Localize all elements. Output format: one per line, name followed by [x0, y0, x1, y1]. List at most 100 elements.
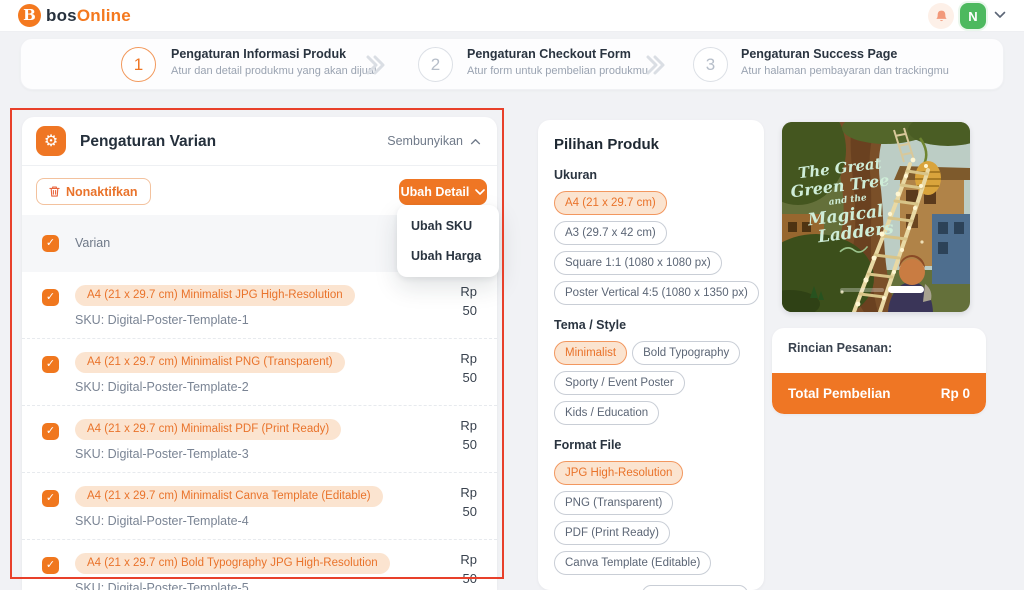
option-style-kids[interactable]: Kids / Education: [554, 401, 660, 425]
variant-panel-header: ⚙ Pengaturan Varian Sembunyikan: [22, 117, 497, 166]
option-style-minimalist[interactable]: Minimalist: [554, 341, 628, 365]
group-label-format-file: Format File: [554, 438, 622, 452]
variant-price: Rp 50: [460, 349, 477, 387]
logo-text-online: Online: [76, 5, 131, 25]
edit-detail-dropdown-menu: Ubah SKU Ubah Harga: [397, 205, 499, 277]
price-currency: Rp: [460, 418, 477, 433]
quantity-row: Jumlah: [554, 585, 748, 590]
step-3-subtitle: Atur halaman pembayaran dan trackingmu: [741, 65, 949, 77]
variant-rows: ✓ A4 (21 x 29.7 cm) Minimalist JPG High-…: [22, 272, 497, 590]
app-logo[interactable]: B bosOnline: [18, 4, 131, 27]
product-options-title: Pilihan Produk: [554, 136, 660, 153]
option-size-a4[interactable]: A4 (21 x 29.7 cm): [554, 191, 667, 215]
variant-sku: SKU: Digital-Poster-Template-5: [75, 581, 249, 590]
step-2-subtitle: Atur form untuk pembelian produkmu: [467, 65, 648, 77]
variant-checkbox[interactable]: ✓: [42, 490, 59, 507]
order-total-label: Total Pembelian: [788, 386, 891, 401]
option-format-pdf[interactable]: PDF (Print Ready): [554, 521, 670, 545]
price-value: 50: [462, 370, 477, 385]
top-navigation-bar: B bosOnline N: [0, 0, 1024, 32]
bell-icon: [935, 10, 947, 21]
price-currency: Rp: [460, 284, 477, 299]
user-menu-chevron-down-icon[interactable]: [994, 11, 1006, 19]
variant-name-badge: A4 (21 x 29.7 cm) Bold Typography JPG Hi…: [75, 553, 390, 574]
variant-name-badge: A4 (21 x 29.7 cm) Minimalist JPG High-Re…: [75, 285, 355, 306]
menu-item-ubah-harga[interactable]: Ubah Harga: [397, 241, 499, 271]
option-size-a3[interactable]: A3 (29.7 x 42 cm): [554, 221, 667, 245]
variant-panel-title: Pengaturan Varian: [80, 133, 217, 150]
price-currency: Rp: [460, 485, 477, 500]
variant-row: ✓ A4 (21 x 29.7 cm) Minimalist PDF (Prin…: [22, 406, 497, 473]
step-3-title: Pengaturan Success Page: [741, 47, 898, 61]
step-3[interactable]: Pengaturan Success Page Atur halaman pem…: [741, 47, 949, 77]
step-3-circle[interactable]: 3: [693, 47, 728, 82]
variant-price: Rp 50: [460, 416, 477, 454]
collapse-label: Sembunyikan: [387, 134, 463, 148]
notifications-button[interactable]: [928, 3, 954, 29]
variant-sku: SKU: Digital-Poster-Template-3: [75, 447, 249, 461]
edit-detail-label: Ubah Detail: [400, 185, 470, 199]
product-image-preview[interactable]: The Great Green Tree and the Magical Lad…: [782, 122, 970, 312]
collapse-toggle[interactable]: Sembunyikan: [387, 134, 481, 148]
variant-sku: SKU: Digital-Poster-Template-4: [75, 514, 249, 528]
price-value: 50: [462, 571, 477, 586]
variant-sku: SKU: Digital-Poster-Template-2: [75, 380, 249, 394]
user-avatar[interactable]: N: [960, 3, 986, 29]
quantity-input[interactable]: [642, 585, 748, 590]
chevron-up-icon: [470, 138, 481, 144]
price-value: 50: [462, 303, 477, 318]
option-format-canva[interactable]: Canva Template (Editable): [554, 551, 712, 575]
variant-column-header: Varian: [75, 236, 111, 250]
option-size-poster-vertical[interactable]: Poster Vertical 4:5 (1080 x 1350 px): [554, 281, 759, 305]
option-style-sporty[interactable]: Sporty / Event Poster: [554, 371, 685, 395]
variant-checkbox[interactable]: ✓: [42, 423, 59, 440]
variant-name-badge: A4 (21 x 29.7 cm) Minimalist PNG (Transp…: [75, 352, 345, 373]
option-style-bold-typography[interactable]: Bold Typography: [632, 341, 741, 365]
step-1-circle[interactable]: 1: [121, 47, 156, 82]
gear-icon: ⚙: [36, 126, 66, 156]
variant-price: Rp 50: [460, 282, 477, 320]
variant-checkbox[interactable]: ✓: [42, 356, 59, 373]
logo-b-icon: B: [18, 4, 41, 27]
variant-row: ✓ A4 (21 x 29.7 cm) Bold Typography JPG …: [22, 540, 497, 590]
variant-name-badge: A4 (21 x 29.7 cm) Minimalist Canva Templ…: [75, 486, 383, 507]
variant-row: ✓ A4 (21 x 29.7 cm) Minimalist PNG (Tran…: [22, 339, 497, 406]
step-separator-chevrons-icon: [366, 55, 385, 75]
app-screen: B bosOnline N 1 Pengaturan Informasi Pro…: [0, 0, 1024, 590]
select-all-checkbox[interactable]: ✓: [42, 235, 59, 252]
variant-checkbox[interactable]: ✓: [42, 289, 59, 306]
disable-variant-label: Nonaktifkan: [66, 184, 138, 199]
variant-settings-panel: ⚙ Pengaturan Varian Sembunyikan Nonaktif…: [22, 117, 499, 590]
trash-icon: [49, 186, 60, 197]
edit-detail-button[interactable]: Ubah Detail: [399, 179, 487, 205]
step-separator-chevrons-icon: [646, 55, 665, 75]
logo-text-bos: bos: [46, 5, 77, 25]
setup-stepper: 1 Pengaturan Informasi Produk Atur dan d…: [20, 38, 1004, 90]
menu-item-ubah-sku[interactable]: Ubah SKU: [397, 211, 499, 241]
step-2-title: Pengaturan Checkout Form: [467, 47, 631, 61]
price-value: 50: [462, 504, 477, 519]
variant-price: Rp 50: [460, 550, 477, 588]
step-1[interactable]: Pengaturan Informasi Produk Atur dan det…: [171, 47, 376, 77]
option-format-png[interactable]: PNG (Transparent): [554, 491, 674, 515]
book-cover-illustration: The Great Green Tree and the Magical Lad…: [782, 122, 970, 312]
group-label-ukuran: Ukuran: [554, 168, 598, 182]
option-format-jpg[interactable]: JPG High-Resolution: [554, 461, 684, 485]
order-summary-title: Rincian Pesanan:: [788, 341, 893, 355]
option-size-square[interactable]: Square 1:1 (1080 x 1080 px): [554, 251, 722, 275]
variant-checkbox[interactable]: ✓: [42, 557, 59, 574]
step-2-circle[interactable]: 2: [418, 47, 453, 82]
product-options-panel: Pilihan Produk Ukuran A4 (21 x 29.7 cm) …: [538, 120, 764, 590]
variant-sku: SKU: Digital-Poster-Template-1: [75, 313, 249, 327]
step-1-title: Pengaturan Informasi Produk: [171, 47, 347, 61]
variant-price: Rp 50: [460, 483, 477, 521]
step-2[interactable]: Pengaturan Checkout Form Atur form untuk…: [467, 47, 648, 77]
step-1-subtitle: Atur dan detail produkmu yang akan dijua…: [171, 65, 377, 77]
price-currency: Rp: [460, 351, 477, 366]
disable-variant-button[interactable]: Nonaktifkan: [36, 178, 151, 205]
chevron-down-icon: [475, 189, 486, 195]
price-value: 50: [462, 437, 477, 452]
order-total-bar: Total Pembelian Rp 0: [772, 373, 986, 414]
group-label-tema-style: Tema / Style: [554, 318, 627, 332]
variant-row: ✓ A4 (21 x 29.7 cm) Minimalist Canva Tem…: [22, 473, 497, 540]
